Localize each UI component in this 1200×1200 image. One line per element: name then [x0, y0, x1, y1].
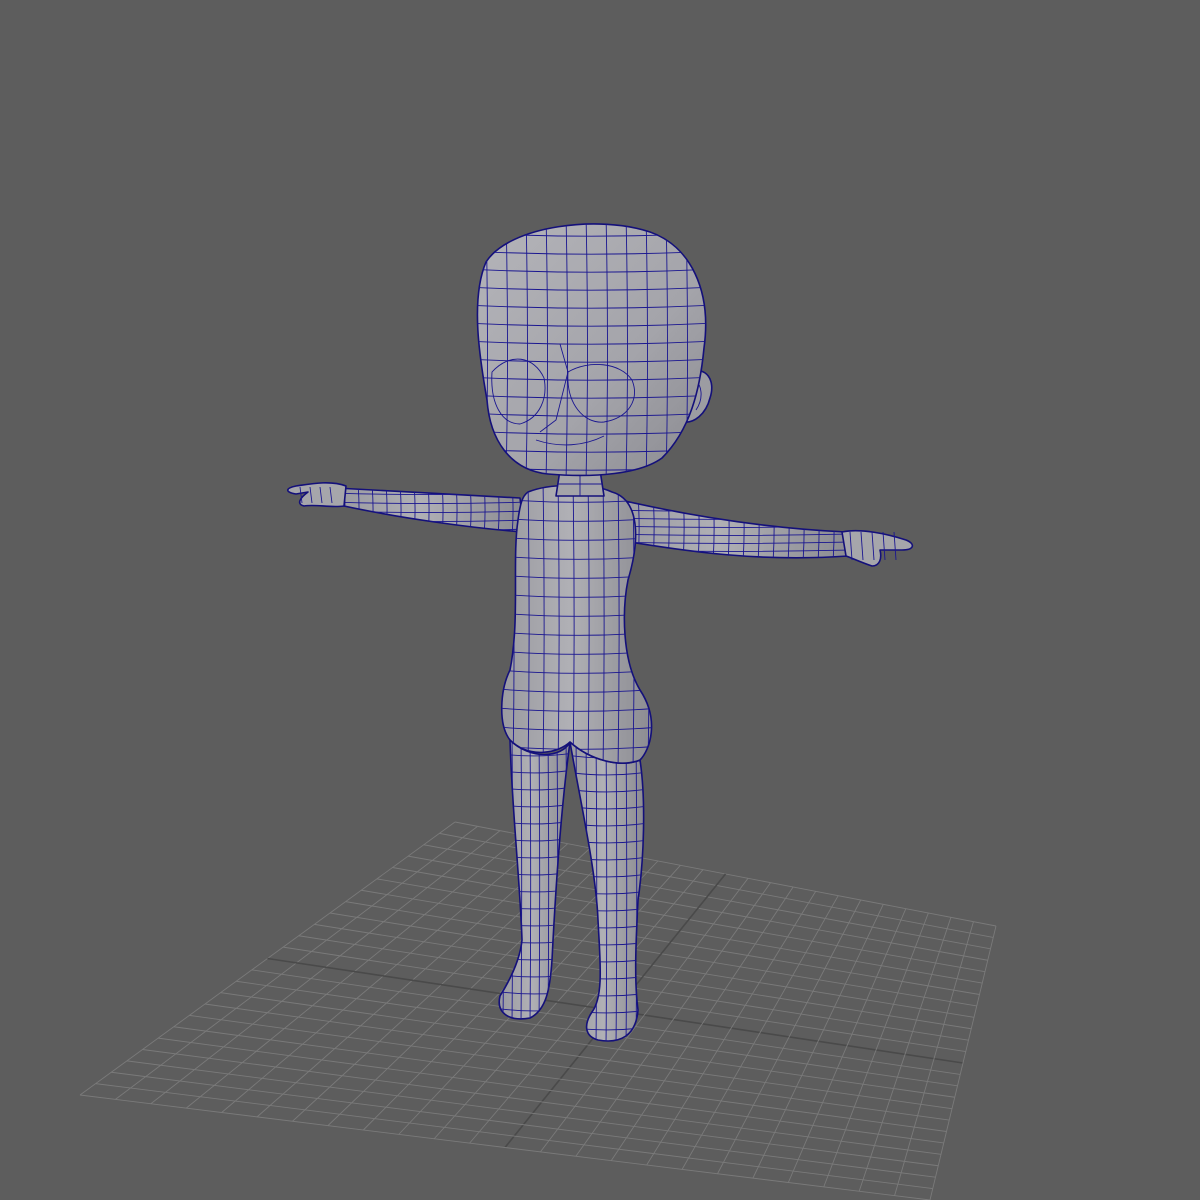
grid-line [142, 1049, 942, 1155]
left-arm[interactable] [330, 484, 528, 536]
grid-line [79, 1094, 931, 1200]
grid-line [158, 1037, 944, 1144]
torso[interactable] [498, 480, 660, 770]
grid-line [929, 925, 997, 1200]
grid-line [126, 1060, 939, 1167]
grid-line [646, 891, 817, 1166]
grid-line [752, 904, 884, 1179]
head[interactable] [466, 215, 716, 482]
grid-line [111, 1071, 936, 1178]
right-arm[interactable] [608, 494, 852, 562]
right-leg[interactable] [566, 738, 648, 1047]
left-hand[interactable] [286, 482, 347, 508]
3d-viewport[interactable] [0, 0, 1200, 1200]
character-mesh[interactable] [286, 215, 914, 1047]
grid-line [95, 1083, 933, 1190]
right-hand[interactable] [841, 529, 914, 567]
viewport-scene[interactable] [0, 0, 1200, 1200]
grid-line [787, 908, 907, 1183]
grid-line [858, 917, 952, 1192]
